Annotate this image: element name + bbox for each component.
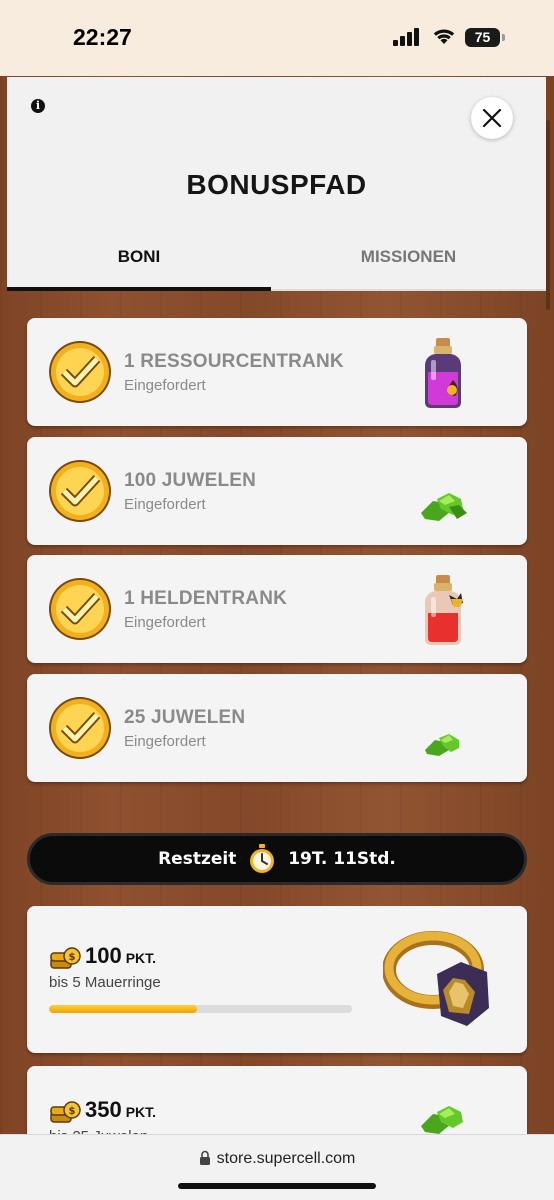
scrollbar[interactable] [546, 120, 550, 310]
gems-icon [425, 734, 459, 756]
points-coins-icon: $ [50, 1101, 81, 1123]
browser-address-bar[interactable]: store.supercell.com [0, 1134, 554, 1200]
close-icon [482, 108, 502, 128]
reward-status: Eingefordert [124, 496, 206, 513]
tier-points: 100 PKT. [85, 943, 156, 969]
page-title: BONUSPFAD [186, 169, 367, 200]
claimed-check-icon [49, 578, 111, 640]
status-bar: 22:27 75 [0, 0, 554, 76]
reward-title: 1 HELDENTRANK [124, 588, 288, 609]
resource-potion-icon [425, 338, 461, 408]
claimed-check-icon [49, 460, 111, 522]
tier-progress-fill [49, 1005, 198, 1013]
tier-card[interactable]: $ 100 PKT. bis 5 Mauerringe [27, 906, 527, 1053]
hero-potion-icon [425, 575, 463, 645]
reward-title: 25 JUWELEN [124, 707, 246, 728]
tab-divider [271, 289, 546, 291]
gems-icon [421, 1106, 463, 1134]
claimed-check-icon [49, 697, 111, 759]
tab-missionen-label: MISSIONEN [360, 247, 457, 266]
wifi-icon [433, 29, 455, 44]
points-coins-icon: $ [50, 947, 81, 969]
tier-points: 350 PKT. [85, 1097, 156, 1123]
tier-points-value: 350 [85, 1097, 122, 1122]
reward-title: 1 RESSOURCENTRANK [124, 351, 344, 372]
remaining-time-bar: Restzeit 19T. 11Std. [27, 833, 527, 885]
tier-points-unit: PKT. [125, 1104, 157, 1120]
reward-status: Eingefordert [124, 733, 206, 750]
tab-boni[interactable]: BONI [7, 243, 271, 291]
lock-icon [199, 1150, 210, 1165]
wall-ring-icon [383, 931, 489, 1026]
signal-icon [393, 28, 419, 46]
tab-boni-label: BONI [117, 247, 161, 266]
reward-status: Eingefordert [124, 614, 206, 631]
stopwatch-icon [250, 844, 275, 873]
home-indicator[interactable] [178, 1183, 376, 1189]
tier-points-value: 100 [85, 943, 122, 968]
timer-value: 19T. 11Std. [288, 849, 396, 869]
reward-card[interactable]: 1 RESSOURCENTRANK Eingefordert [27, 318, 527, 426]
svg-text:$: $ [69, 952, 76, 963]
reward-card[interactable]: 25 JUWELEN Eingefordert [27, 674, 527, 782]
url-text: store.supercell.com [216, 1150, 356, 1167]
tab-missionen[interactable]: MISSIONEN [271, 243, 546, 291]
tier-progress-bar [49, 1005, 352, 1013]
reward-status: Eingefordert [124, 377, 206, 394]
battery-level: 75 [474, 29, 491, 45]
battery-icon: 75 [465, 28, 505, 47]
svg-text:$: $ [69, 1106, 76, 1117]
reward-card[interactable]: 100 JUWELEN Eingefordert [27, 437, 527, 545]
status-time: 22:27 [73, 24, 132, 50]
claimed-check-icon [49, 341, 111, 403]
gems-icon [421, 493, 467, 521]
reward-title: 100 JUWELEN [124, 470, 257, 491]
info-icon[interactable]: i [31, 99, 45, 113]
close-button[interactable] [471, 97, 513, 139]
tier-description: bis 5 Mauerringe [49, 974, 161, 991]
active-tab-indicator [7, 287, 271, 291]
url-display[interactable]: store.supercell.com [0, 1150, 554, 1168]
reward-card[interactable]: 1 HELDENTRANK Eingefordert [27, 555, 527, 663]
timer-label: Restzeit [158, 849, 237, 869]
tier-points-unit: PKT. [125, 950, 157, 966]
bonus-path-header: i BONUSPFAD BONI MISSIONEN [7, 77, 546, 291]
